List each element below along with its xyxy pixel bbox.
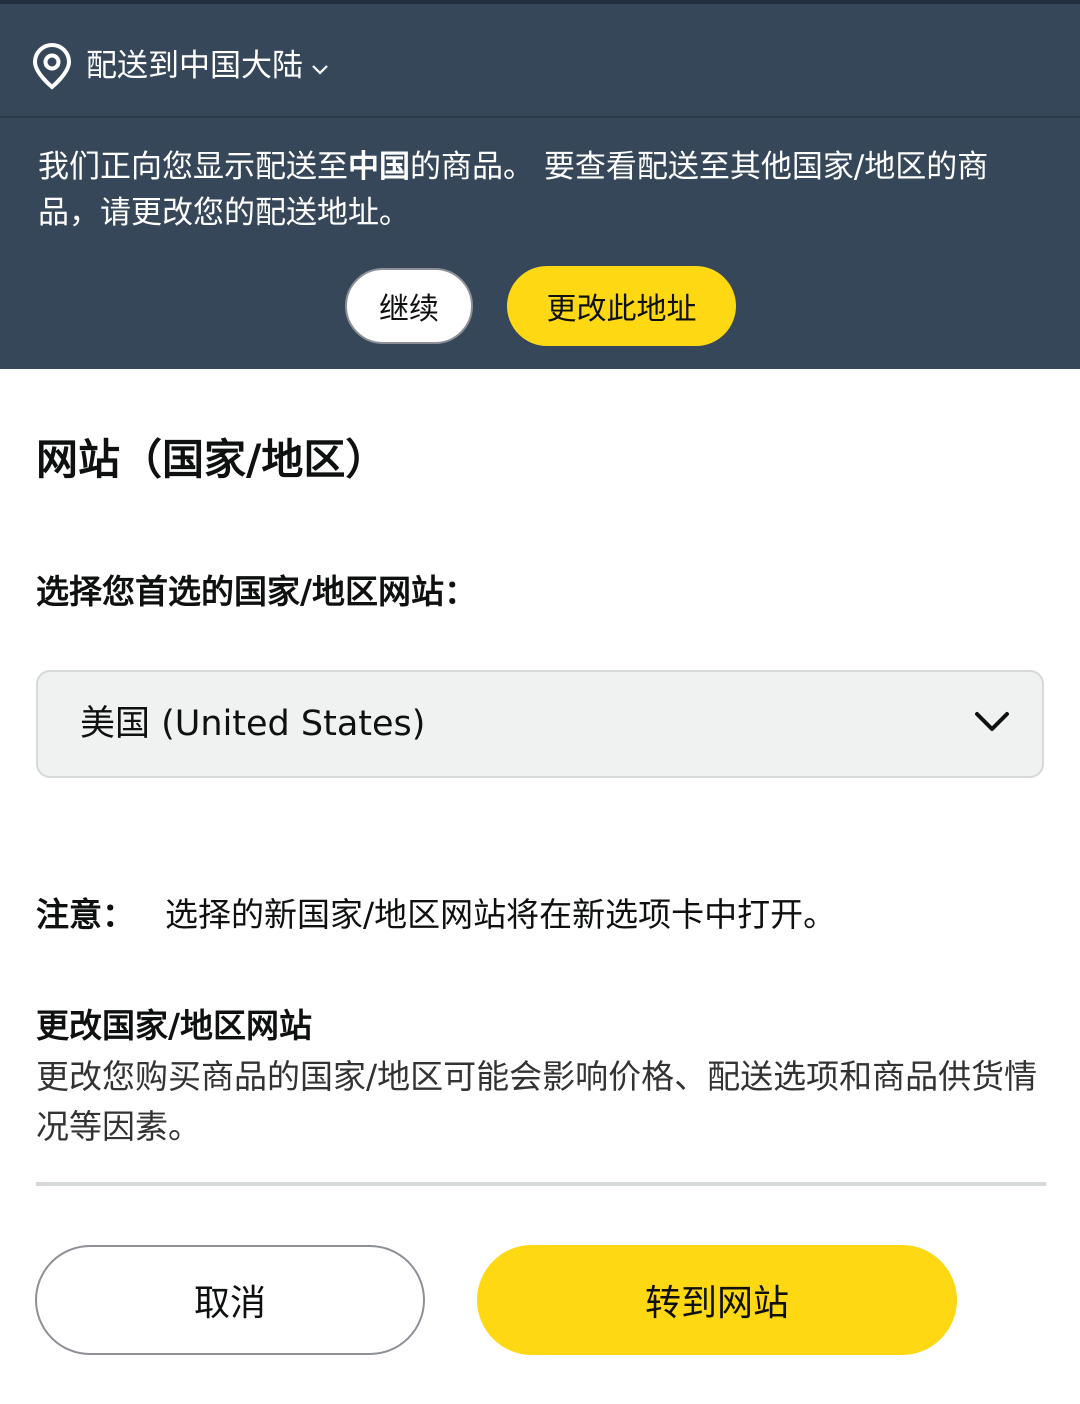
page-title: 网站（国家/地区）: [36, 435, 388, 484]
note-text: 选择的新国家/地区网站将在新选项卡中打开。: [165, 895, 837, 934]
address-notice-banner: 我们正向您显示配送至中国的商品。 要查看配送至其他国家/地区的商品，请更改您的配…: [0, 116, 1080, 369]
notice-message: 我们正向您显示配送至中国的商品。 要查看配送至其他国家/地区的商品，请更改您的配…: [38, 144, 1048, 236]
chevron-down-icon: [974, 710, 1010, 738]
notice-text-before: 我们正向您显示配送至: [38, 149, 348, 185]
change-site-description: 更改您购买商品的国家/地区可能会影响价格、配送选项和商品供货情况等因素。: [36, 1057, 1038, 1146]
selected-site-value: 美国 (United States): [80, 704, 426, 744]
divider: [36, 1182, 1046, 1186]
cancel-button[interactable]: 取消: [35, 1245, 425, 1355]
note-label: 注意：: [36, 895, 135, 934]
change-address-button[interactable]: 更改此地址: [507, 266, 736, 346]
deliver-to-location[interactable]: 配送到中国大陆: [32, 40, 329, 92]
change-site-heading: 更改国家/地区网站: [36, 1006, 313, 1045]
site-select-label: 选择您首选的国家/地区网站：: [36, 572, 478, 611]
continue-button[interactable]: 继续: [345, 268, 473, 344]
top-bar: 配送到中国大陆: [0, 0, 1080, 116]
new-tab-note: 注意： 选择的新国家/地区网站将在新选项卡中打开。: [36, 890, 836, 940]
chevron-down-icon: [311, 64, 329, 76]
deliver-to-text: 配送到中国大陆: [86, 48, 303, 84]
country-site-select[interactable]: 美国 (United States): [36, 670, 1044, 778]
location-pin-icon: [32, 42, 72, 90]
notice-country: 中国: [348, 149, 410, 185]
go-to-site-button[interactable]: 转到网站: [477, 1245, 957, 1355]
